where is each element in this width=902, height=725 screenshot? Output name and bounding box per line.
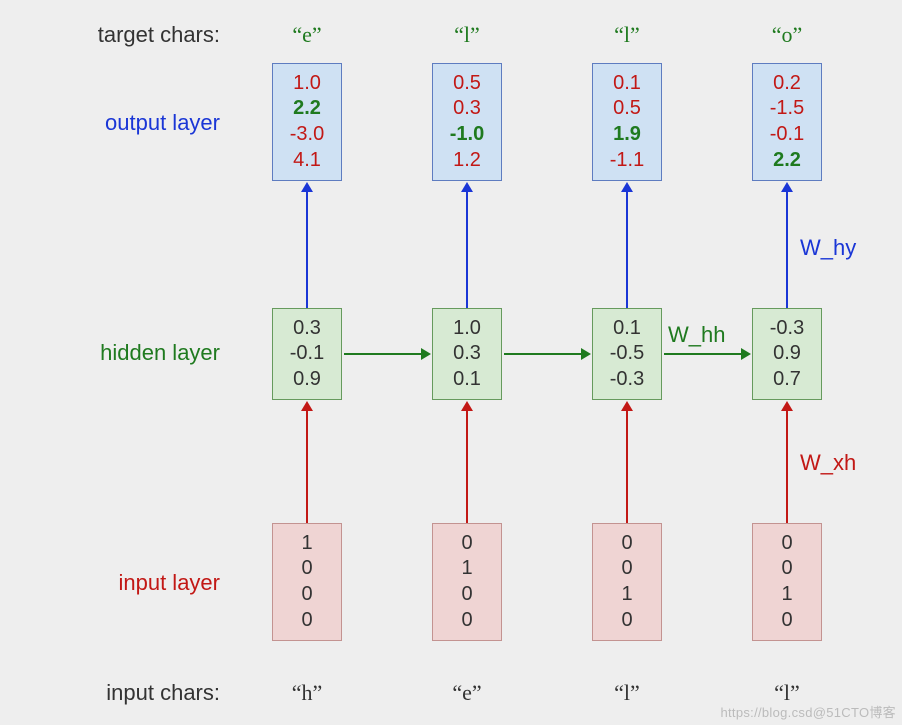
input-char: “l” — [592, 680, 662, 706]
hidden-value: 0.1 — [433, 367, 501, 393]
input-value: 0 — [273, 556, 341, 582]
input-value: 0 — [273, 608, 341, 634]
input-value: 0 — [753, 556, 821, 582]
output-value: 4.1 — [273, 148, 341, 174]
hidden-vector: 1.0 0.3 0.1 — [432, 308, 502, 400]
input-vector: 0 0 1 0 — [752, 523, 822, 641]
label-input-layer: input layer — [20, 570, 220, 596]
output-vector: 0.2 -1.5 -0.1 2.2 — [752, 63, 822, 181]
label-output-layer: output layer — [20, 110, 220, 136]
rnn-diagram: target chars: output layer hidden layer … — [0, 0, 902, 725]
input-value: 0 — [273, 582, 341, 608]
output-vector: 1.0 2.2 -3.0 4.1 — [272, 63, 342, 181]
hidden-vector: -0.3 0.9 0.7 — [752, 308, 822, 400]
hidden-value: 0.7 — [753, 367, 821, 393]
arrow-w-hy — [466, 191, 468, 308]
input-vector: 1 0 0 0 — [272, 523, 342, 641]
output-value: -3.0 — [273, 122, 341, 148]
hidden-value: -0.1 — [273, 341, 341, 367]
hidden-value: -0.5 — [593, 341, 661, 367]
arrow-w-hy — [306, 191, 308, 308]
output-value: -1.0 — [433, 122, 501, 148]
label-target-chars: target chars: — [20, 22, 220, 48]
hidden-value: -0.3 — [593, 367, 661, 393]
output-vector: 0.5 0.3 -1.0 1.2 — [432, 63, 502, 181]
output-value: 1.0 — [273, 71, 341, 97]
label-hidden-layer: hidden layer — [20, 340, 220, 366]
hidden-value: 0.1 — [593, 316, 661, 342]
output-value: 0.3 — [433, 96, 501, 122]
hidden-value: 0.9 — [273, 367, 341, 393]
output-value: 0.5 — [593, 96, 661, 122]
target-char: “o” — [752, 22, 822, 48]
input-char: “h” — [272, 680, 342, 706]
output-value: 1.2 — [433, 148, 501, 174]
output-value: 0.1 — [593, 71, 661, 97]
output-value: -1.5 — [753, 96, 821, 122]
input-value: 0 — [433, 531, 501, 557]
target-char: “l” — [592, 22, 662, 48]
input-value: 0 — [753, 531, 821, 557]
input-value: 1 — [433, 556, 501, 582]
arrow-w-hy — [786, 191, 788, 308]
weight-label-w-hy: W_hy — [800, 235, 856, 261]
output-value: 1.9 — [593, 122, 661, 148]
arrow-w-xh — [306, 410, 308, 523]
hidden-vector: 0.3 -0.1 0.9 — [272, 308, 342, 400]
input-value: 0 — [433, 608, 501, 634]
hidden-value: 1.0 — [433, 316, 501, 342]
arrow-w-hh — [504, 353, 582, 355]
arrow-w-hh — [344, 353, 422, 355]
hidden-vector: 0.1 -0.5 -0.3 — [592, 308, 662, 400]
target-char: “l” — [432, 22, 502, 48]
input-value: 1 — [593, 582, 661, 608]
input-char: “e” — [432, 680, 502, 706]
hidden-value: 0.3 — [433, 341, 501, 367]
target-char: “e” — [272, 22, 342, 48]
hidden-value: -0.3 — [753, 316, 821, 342]
input-value: 0 — [433, 582, 501, 608]
input-value: 0 — [753, 608, 821, 634]
arrow-w-xh — [466, 410, 468, 523]
input-value: 0 — [593, 608, 661, 634]
hidden-value: 0.9 — [753, 341, 821, 367]
arrow-w-xh — [626, 410, 628, 523]
arrow-w-hy — [626, 191, 628, 308]
output-value: -0.1 — [753, 122, 821, 148]
weight-label-w-xh: W_xh — [800, 450, 856, 476]
arrow-w-hh — [664, 353, 742, 355]
hidden-value: 0.3 — [273, 316, 341, 342]
output-value: 2.2 — [273, 96, 341, 122]
output-value: 0.5 — [433, 71, 501, 97]
output-value: 2.2 — [753, 148, 821, 174]
input-value: 1 — [753, 582, 821, 608]
input-vector: 0 0 1 0 — [592, 523, 662, 641]
arrow-w-xh — [786, 410, 788, 523]
input-vector: 0 1 0 0 — [432, 523, 502, 641]
input-char: “l” — [752, 680, 822, 706]
input-value: 1 — [273, 531, 341, 557]
output-value: -1.1 — [593, 148, 661, 174]
output-vector: 0.1 0.5 1.9 -1.1 — [592, 63, 662, 181]
label-input-chars: input chars: — [20, 680, 220, 706]
output-value: 0.2 — [753, 71, 821, 97]
input-value: 0 — [593, 556, 661, 582]
input-value: 0 — [593, 531, 661, 557]
weight-label-w-hh: W_hh — [668, 322, 725, 348]
